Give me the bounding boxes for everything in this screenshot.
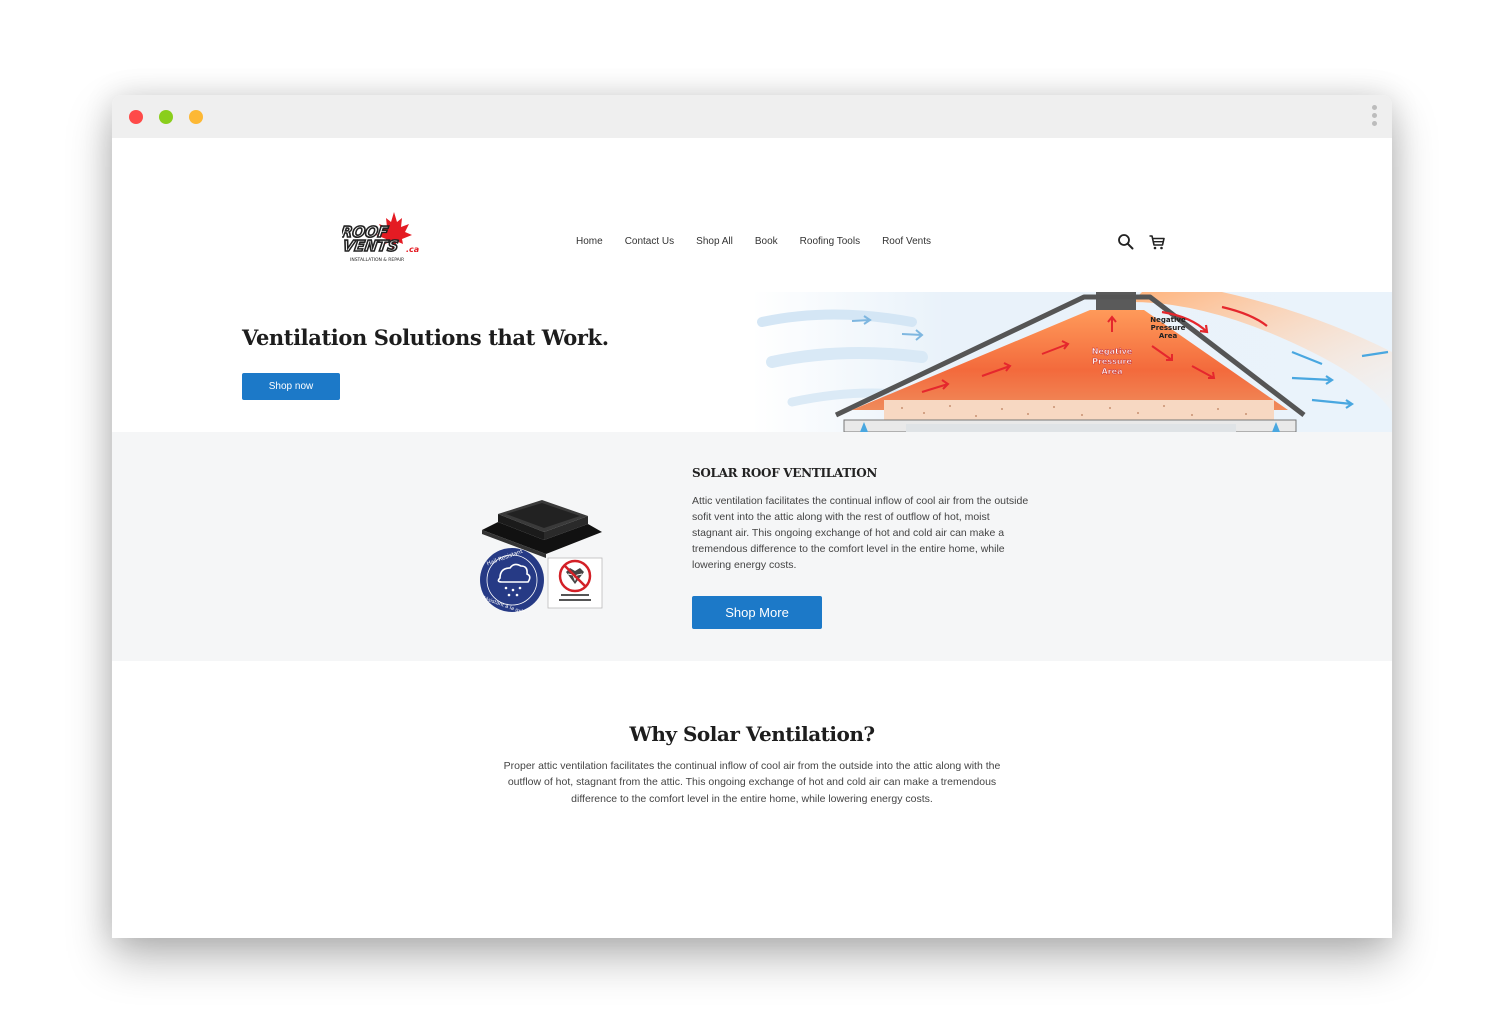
main-nav: Home Contact Us Shop All Book Roofing To… bbox=[576, 236, 953, 247]
why-solar-title: Why Solar Ventilation? bbox=[629, 722, 875, 746]
svg-text:Area: Area bbox=[1102, 367, 1123, 376]
shop-more-button[interactable]: Shop More bbox=[692, 596, 822, 629]
maximize-window-dot[interactable] bbox=[159, 110, 173, 124]
svg-text:Pressure: Pressure bbox=[1092, 357, 1132, 366]
svg-text:Pressure: Pressure bbox=[1151, 324, 1186, 332]
svg-text:VENTS: VENTS bbox=[342, 237, 400, 255]
nav-book[interactable]: Book bbox=[755, 236, 778, 247]
nav-home[interactable]: Home bbox=[576, 236, 603, 247]
why-solar-body: Proper attic ventilation facilitates the… bbox=[503, 760, 1001, 805]
solar-vent-product-image: Hail Resistant Résistant à la grêle bbox=[480, 500, 603, 612]
shop-now-button[interactable]: Shop now bbox=[242, 373, 340, 400]
svg-text:Negative: Negative bbox=[1150, 316, 1186, 324]
search-icon[interactable] bbox=[1117, 233, 1135, 251]
solar-section: Hail Resistant Résistant à la grêle SOLA… bbox=[112, 432, 1392, 661]
solar-section-body: Attic ventilation facilitates the contin… bbox=[692, 495, 1029, 571]
cart-icon[interactable] bbox=[1148, 233, 1166, 251]
browser-titlebar bbox=[112, 95, 1392, 138]
minimize-window-dot[interactable] bbox=[189, 110, 203, 124]
nav-roofing-tools[interactable]: Roofing Tools bbox=[800, 236, 860, 247]
browser-menu-icon[interactable] bbox=[1370, 105, 1378, 129]
nav-shop-all[interactable]: Shop All bbox=[696, 236, 733, 247]
browser-window: ROOF VENTS .ca INSTALLATION & REPAIR Hom… bbox=[112, 95, 1392, 938]
nav-roof-vents[interactable]: Roof Vents bbox=[882, 236, 931, 247]
solar-section-title: SOLAR ROOF VENTILATION bbox=[692, 466, 878, 480]
svg-text:Negative: Negative bbox=[1092, 347, 1133, 356]
nav-contact-us[interactable]: Contact Us bbox=[625, 236, 674, 247]
roofvents-logo[interactable]: ROOF VENTS .ca INSTALLATION & REPAIR bbox=[342, 210, 424, 268]
close-window-dot[interactable] bbox=[129, 110, 143, 124]
attic-airflow-diagram: Negative Pressure Area Negative Pressure… bbox=[752, 292, 1392, 432]
svg-text:Area: Area bbox=[1159, 332, 1178, 340]
svg-text:INSTALLATION & REPAIR: INSTALLATION & REPAIR bbox=[350, 257, 404, 263]
hero-title: Ventilation Solutions that Work. bbox=[242, 325, 609, 350]
svg-text:.ca: .ca bbox=[406, 245, 419, 254]
